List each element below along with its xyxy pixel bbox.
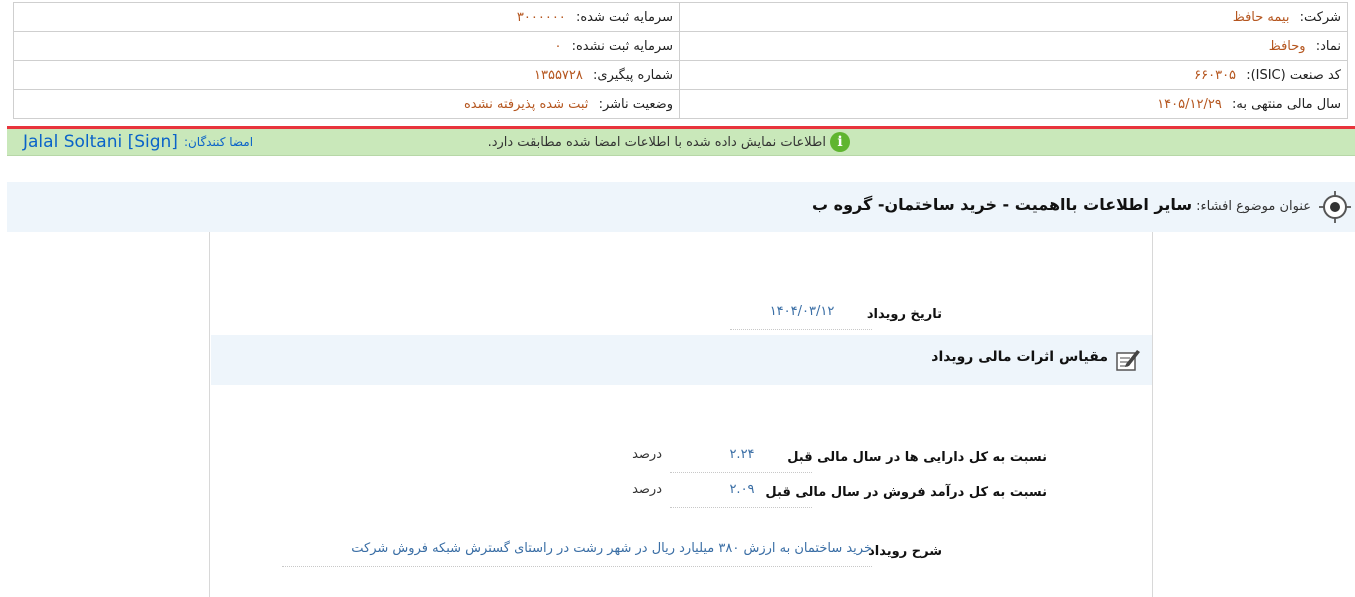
signature-status: i اطلاعات نمایش داده شده با اطلاعات امضا… [488, 131, 850, 153]
info-row: کد صنعت (ISIC): ۶۶۰۳۰۵ شماره پیگیری: ۱۳۵… [13, 60, 1348, 90]
subject-text: عنوان موضوع افشاء: سایر اطلاعات بااهمیت … [812, 195, 1311, 214]
event-date-label: تاریخ رویداد [866, 307, 942, 322]
subject-bar: عنوان موضوع افشاء: سایر اطلاعات بااهمیت … [7, 182, 1355, 232]
symbol-value[interactable]: وحافظ [1269, 39, 1306, 54]
dotted-divider [282, 566, 872, 567]
signature-bar: i اطلاعات نمایش داده شده با اطلاعات امضا… [7, 129, 1355, 156]
tracking-label: شماره پیگیری: [593, 67, 673, 83]
isic-label: کد صنعت (ISIC): [1246, 67, 1341, 83]
signers-label: امضا کنندگان: [183, 135, 254, 149]
revenue-ratio-value: ۲.۰۹ [729, 482, 755, 497]
edit-note-icon [1116, 350, 1140, 371]
publisher-status-label: وضعیت ناشر: [598, 96, 673, 112]
assets-ratio-label: نسبت به کل دارایی ها در سال مالی قبل [787, 450, 1047, 465]
dotted-divider [670, 507, 812, 508]
registered-capital-label: سرمایه ثبت شده: [575, 9, 673, 25]
financial-impact-section-header: مقیاس اثرات مالی رویداد [211, 335, 1152, 385]
company-value[interactable]: بیمه حافظ [1233, 10, 1290, 25]
revenue-ratio-unit: درصد [632, 482, 662, 497]
target-icon [1319, 191, 1351, 223]
event-description-label: شرح رویداد [868, 544, 942, 559]
isic-cell: کد صنعت (ISIC): ۶۶۰۳۰۵ [679, 60, 1348, 90]
signature-message: اطلاعات نمایش داده شده با اطلاعات امضا ش… [487, 134, 826, 150]
subject-title: سایر اطلاعات بااهمیت - خرید ساختمان- گرو… [811, 195, 1193, 214]
company-cell: شرکت: بیمه حافظ [679, 2, 1348, 32]
registered-capital-value: ۳۰۰۰۰۰۰ [516, 9, 566, 25]
company-label: شرکت: [1299, 9, 1341, 25]
fiscal-year-cell: سال مالی منتهی به: ۱۴۰۵/۱۲/۲۹ [679, 89, 1348, 119]
tracking-value: ۱۳۵۵۷۲۸ [534, 67, 583, 83]
assets-ratio-unit: درصد [632, 447, 662, 462]
dotted-divider [730, 329, 872, 330]
info-row: سال مالی منتهی به: ۱۴۰۵/۱۲/۲۹ وضعیت ناشر… [13, 89, 1348, 119]
content-panel: تاریخ رویداد ۱۴۰۴/۰۳/۱۲ مقیاس اثرات مالی… [209, 232, 1153, 597]
unregistered-capital-cell: سرمایه ثبت نشده: ۰ [13, 31, 680, 61]
assets-ratio-value: ۲.۲۴ [729, 447, 755, 462]
company-info-table: شرکت: بیمه حافظ سرمایه ثبت شده: ۳۰۰۰۰۰۰ … [13, 2, 1348, 119]
unregistered-capital-value: ۰ [554, 38, 562, 54]
info-row: شرکت: بیمه حافظ سرمایه ثبت شده: ۳۰۰۰۰۰۰ [13, 2, 1348, 32]
section-title: مقیاس اثرات مالی رویداد [931, 349, 1108, 365]
unregistered-capital-label: سرمایه ثبت نشده: [571, 38, 673, 54]
event-description-value: خرید ساختمان به ارزش ۳۸۰ میلیارد ریال در… [351, 541, 872, 556]
dotted-divider [670, 472, 812, 473]
fiscal-year-label: سال مالی منتهی به: [1231, 96, 1341, 112]
event-date-value: ۱۴۰۴/۰۳/۱۲ [769, 304, 835, 319]
publisher-status-value: ثبت شده پذیرفته نشده [464, 96, 589, 112]
symbol-label: نماد: [1315, 38, 1341, 54]
signer-link[interactable]: Jalal Soltani [Sign] [23, 132, 178, 152]
signers: امضا کنندگان: Jalal Soltani [Sign] [23, 130, 253, 154]
registered-capital-cell: سرمایه ثبت شده: ۳۰۰۰۰۰۰ [13, 2, 680, 32]
info-icon: i [830, 132, 850, 152]
subject-label: عنوان موضوع افشاء: [1196, 199, 1311, 214]
isic-value: ۶۶۰۳۰۵ [1194, 67, 1237, 83]
publisher-status-cell: وضعیت ناشر: ثبت شده پذیرفته نشده [13, 89, 680, 119]
tracking-cell: شماره پیگیری: ۱۳۵۵۷۲۸ [13, 60, 680, 90]
fiscal-year-value: ۱۴۰۵/۱۲/۲۹ [1157, 96, 1222, 112]
info-row: نماد: وحافظ سرمایه ثبت نشده: ۰ [13, 31, 1348, 61]
symbol-cell: نماد: وحافظ [679, 31, 1348, 61]
